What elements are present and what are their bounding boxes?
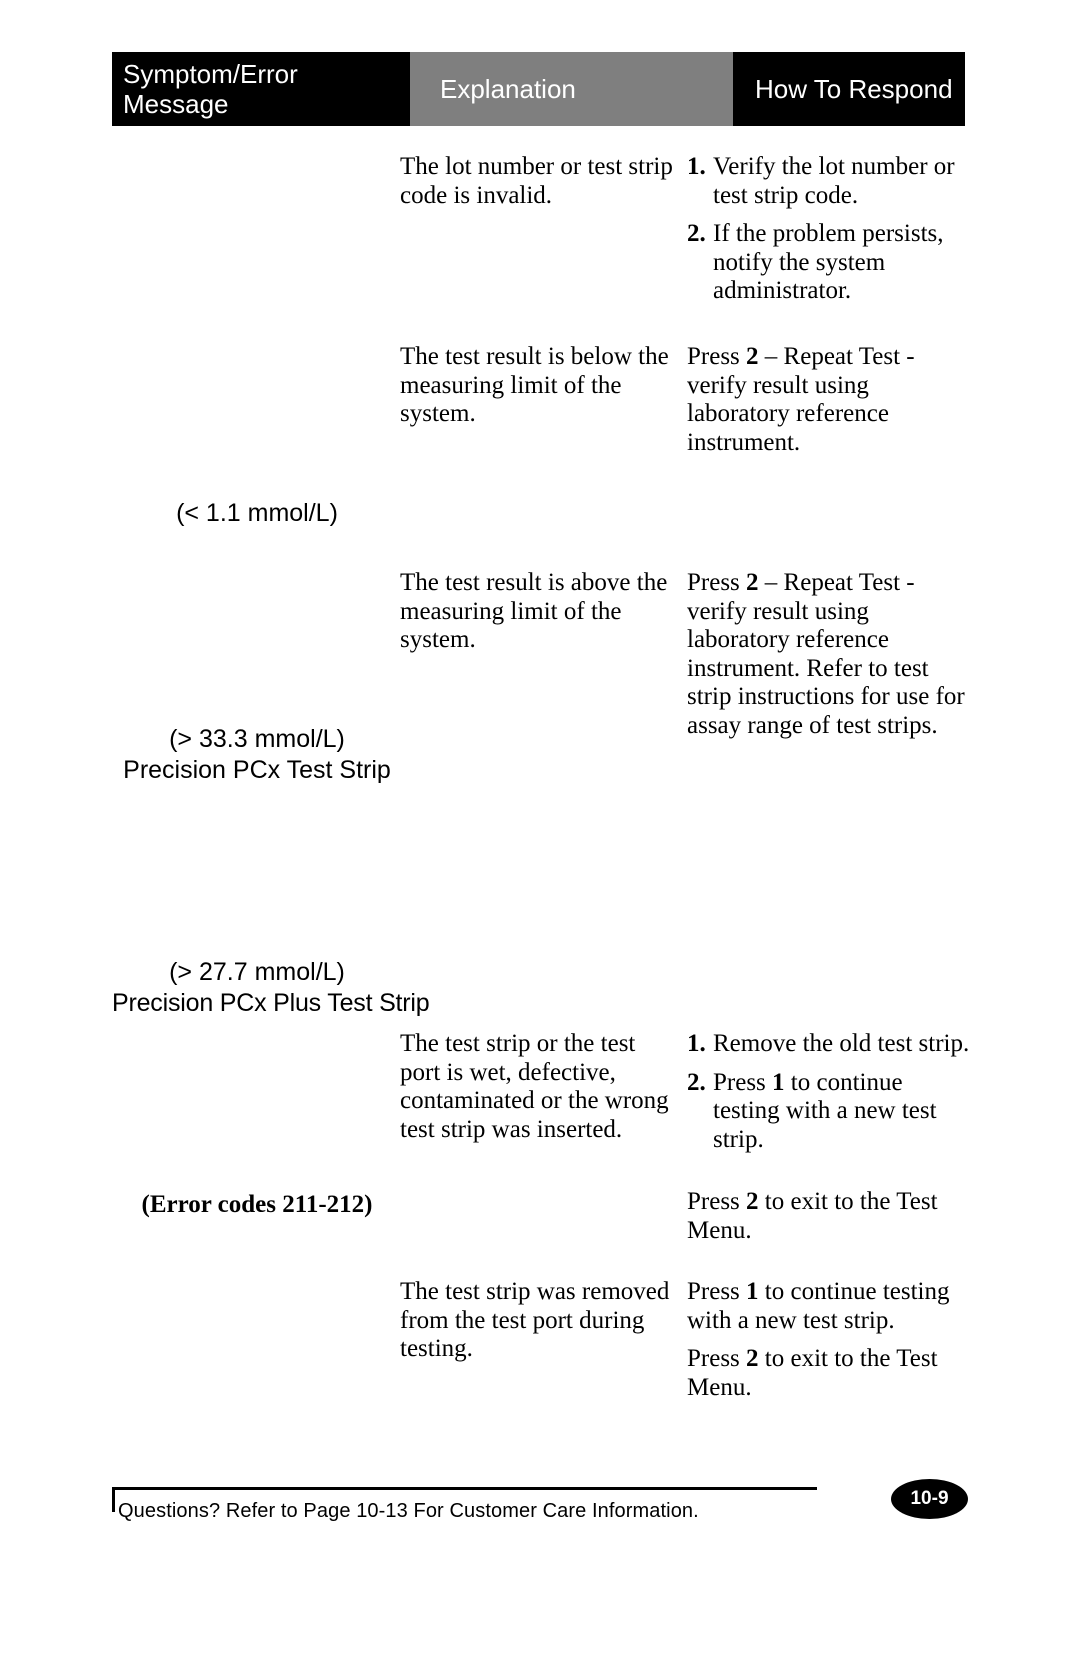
row-4-explanation: The test strip or the test port is wet, …: [400, 1030, 680, 1144]
row-2-respond-text: Press 2 – Repeat Test - verify result us…: [687, 343, 972, 457]
row-5-explanation-text: The test strip was removed from the test…: [400, 1278, 670, 1362]
column-header-how-to-respond: How To Respond: [733, 52, 965, 126]
row-1-how-to-respond: 1. Verify the lot number or test strip c…: [687, 153, 972, 316]
key-label: 1: [746, 1278, 759, 1305]
footer-note: Questions? Refer to Page 10-13 For Custo…: [118, 1500, 699, 1522]
list-number: 1.: [687, 1030, 706, 1057]
key-label: 2: [746, 1188, 759, 1215]
row-4-respond-trailing-text: Press 2 to exit to the Test Menu.: [687, 1188, 972, 1245]
list-number: 1.: [687, 153, 706, 180]
key-label: 2: [746, 1345, 759, 1372]
row-1-respond-list: 1. Verify the lot number or test strip c…: [687, 153, 972, 306]
row-2-explanation-text: The test result is below the measuring l…: [400, 343, 669, 427]
respond-prefix: Press: [687, 1188, 747, 1215]
row-3-symptom-range-pcx: (> 33.3 mmol/L): [169, 725, 345, 753]
row-4-symptom-error-codes: (Error codes 211-212): [141, 1191, 373, 1218]
column-header-symptom-line1: Symptom/Error: [123, 58, 298, 89]
row-3-how-to-respond: Press 2 – Repeat Test - verify result us…: [687, 569, 972, 740]
column-header-explanation: Explanation: [410, 52, 733, 126]
list-number: 2.: [687, 1068, 706, 1096]
row-3-symptom-strip-pcx: Precision PCx Test Strip: [123, 756, 391, 784]
respond-prefix: Press: [687, 1278, 747, 1305]
list-item: 1. Verify the lot number or test strip c…: [687, 153, 972, 210]
respond-prefix: Press: [687, 343, 747, 370]
row-2-explanation: The test result is below the measuring l…: [400, 343, 680, 429]
row-5-explanation: The test strip was removed from the test…: [400, 1278, 680, 1364]
row-5-how-to-respond: Press 1 to continue testing with a new t…: [687, 1278, 972, 1402]
row-5-respond-line-1: Press 1 to continue testing with a new t…: [687, 1278, 972, 1335]
list-text: If the problem persists, notify the syst…: [713, 220, 944, 304]
row-3-explanation-text: The test result is above the measuring l…: [400, 569, 668, 653]
key-label: 1: [772, 1068, 785, 1096]
row-5-respond-line-2: Press 2 to exit to the Test Menu.: [687, 1345, 972, 1402]
key-label: 2: [746, 343, 759, 370]
column-header-symptom: Symptom/Error Message: [112, 52, 410, 126]
footer-tick-mark: [112, 1490, 115, 1512]
column-header-symptom-line2: Message: [123, 89, 229, 119]
row-4-how-to-respond: 1. Remove the old test strip. 2. Press 1…: [687, 1030, 972, 1164]
row-4-respond-trailing: Press 2 to exit to the Test Menu.: [687, 1188, 972, 1245]
row-1-explanation: The lot number or test strip code is inv…: [400, 153, 680, 210]
row-2-symptom: (< 1.1 mmol/L): [176, 499, 338, 527]
list-text-prefix: Press: [713, 1068, 773, 1096]
row-4-respond-list: 1. Remove the old test strip. 2. Press 1…: [687, 1030, 972, 1154]
key-label: 2: [746, 569, 759, 596]
list-text: Verify the lot number or test strip code…: [713, 153, 955, 209]
list-item: 2. Press 1 to continue testing with a ne…: [687, 1069, 972, 1155]
row-3-symptom-strip-pcxplus: Precision PCx Plus Test Strip: [112, 989, 430, 1017]
row-3-explanation: The test result is above the measuring l…: [400, 569, 680, 655]
respond-prefix: Press: [687, 569, 747, 596]
footer-divider: [112, 1487, 817, 1490]
table-header-row: Symptom/Error Message Explanation How To…: [112, 52, 965, 126]
list-number: 2.: [687, 220, 706, 247]
list-item: 2. If the problem persists, notify the s…: [687, 220, 972, 306]
row-1-explanation-text: The lot number or test strip code is inv…: [400, 153, 673, 209]
manual-page: Symptom/Error Message Explanation How To…: [0, 0, 1080, 1669]
row-2-how-to-respond: Press 2 – Repeat Test - verify result us…: [687, 343, 972, 457]
list-text: Remove the old test strip.: [713, 1030, 970, 1057]
page-number-badge: 10-9: [891, 1479, 968, 1519]
row-4-explanation-text: The test strip or the test port is wet, …: [400, 1030, 669, 1143]
row-3-respond-text: Press 2 – Repeat Test - verify result us…: [687, 569, 972, 740]
respond-prefix: Press: [687, 1345, 747, 1372]
row-3-symptom-range-pcxplus: (> 27.7 mmol/L): [169, 958, 345, 986]
list-item: 1. Remove the old test strip.: [687, 1030, 972, 1059]
